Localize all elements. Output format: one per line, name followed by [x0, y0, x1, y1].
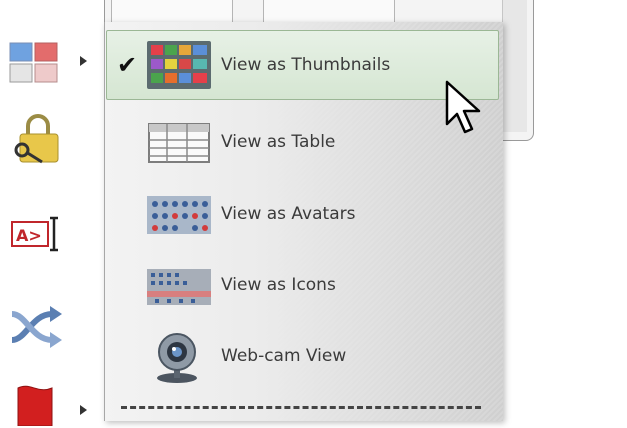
submenu-arrow-icon[interactable]	[80, 56, 87, 66]
submenu-arrow-icon[interactable]	[80, 405, 87, 415]
menu-item-label: View as Table	[221, 132, 336, 152]
thumbnails-icon	[147, 41, 211, 89]
menu-item-label: Web-cam View	[221, 346, 347, 366]
background-pane	[111, 0, 233, 23]
check-mark-icon: ✔	[117, 51, 138, 79]
left-toolbar: A>	[0, 0, 104, 426]
lock-key-icon[interactable]	[8, 114, 68, 164]
menu-item-view-as-icons[interactable]: View as Icons	[107, 251, 499, 319]
menu-item-view-as-avatars[interactable]: View as Avatars	[107, 180, 499, 248]
webcam-icon	[147, 332, 211, 383]
text-rename-icon[interactable]: A>	[8, 210, 68, 258]
menu-separator	[121, 406, 481, 409]
menu-item-view-as-thumbnails[interactable]: ✔ View as Thumbnails	[106, 30, 499, 100]
menu-item-label: View as Thumbnails	[221, 55, 391, 75]
mouse-cursor-icon	[445, 80, 481, 134]
menu-item-web-cam-view[interactable]: Web-cam View	[107, 322, 499, 390]
menu-item-view-as-table[interactable]: View as Table	[107, 108, 499, 176]
layout-grid-icon[interactable]	[8, 38, 68, 86]
avatars-icon	[147, 190, 211, 238]
rename-icon-text: A>	[16, 226, 42, 245]
table-icon	[147, 118, 211, 166]
background-scrollbar	[502, 0, 527, 132]
background-pane	[263, 0, 395, 23]
menu-item-label: View as Icons	[221, 275, 336, 295]
shuffle-arrows-icon[interactable]	[8, 302, 68, 350]
menu-item-label: View as Avatars	[221, 204, 356, 224]
icons-view-icon	[147, 261, 211, 309]
